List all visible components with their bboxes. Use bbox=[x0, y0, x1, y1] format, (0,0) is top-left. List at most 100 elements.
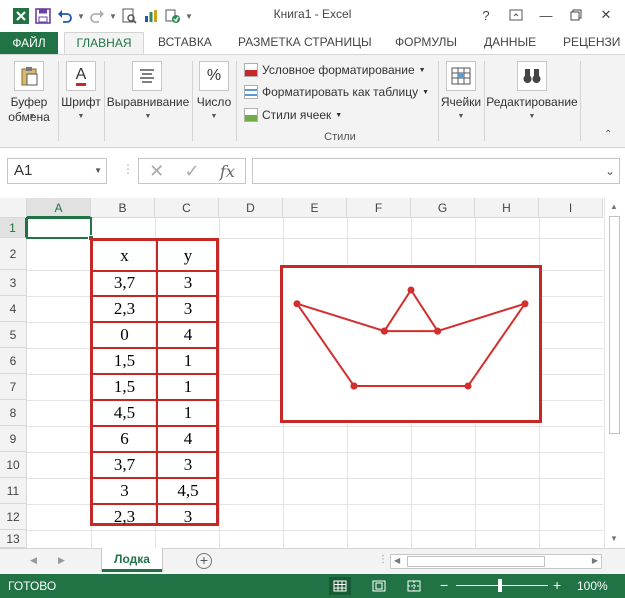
restore-icon[interactable] bbox=[561, 4, 591, 26]
row-header-8[interactable]: 8 bbox=[0, 400, 27, 426]
cell-styles-button[interactable]: Стили ячеек ▼ bbox=[244, 105, 342, 125]
row-header-7[interactable]: 7 bbox=[0, 374, 27, 400]
row-header-4[interactable]: 4 bbox=[0, 296, 27, 322]
page-layout-view-icon[interactable] bbox=[368, 577, 390, 595]
formula-input[interactable]: ⌄ bbox=[252, 158, 620, 184]
name-box[interactable]: A1 ▼ bbox=[7, 158, 107, 184]
vertical-scroll-thumb[interactable] bbox=[609, 216, 620, 434]
table-cell-y[interactable]: 4,5 bbox=[158, 479, 218, 503]
table-cell-y[interactable]: 1 bbox=[158, 375, 218, 399]
table-cell-y[interactable]: 3 bbox=[158, 271, 218, 295]
table-cell-y[interactable]: 4 bbox=[158, 427, 218, 451]
table-cell-y[interactable]: 4 bbox=[158, 323, 218, 347]
column-header-h[interactable]: H bbox=[475, 198, 539, 218]
table-cell-x[interactable]: 3,7 bbox=[93, 453, 156, 477]
format-as-table-button[interactable]: Форматировать как таблицу ▼ bbox=[244, 82, 429, 102]
row-header-5[interactable]: 5 bbox=[0, 322, 27, 348]
conditional-formatting-button[interactable]: Условное форматирование ▼ bbox=[244, 60, 426, 80]
next-sheet-icon[interactable]: ▶ bbox=[58, 555, 65, 566]
scroll-up-icon[interactable]: ▲ bbox=[610, 202, 618, 211]
horizontal-scrollbar[interactable]: ◀ ▶ bbox=[390, 554, 602, 569]
scroll-down-icon[interactable]: ▼ bbox=[610, 534, 618, 543]
column-header-g[interactable]: G bbox=[411, 198, 475, 218]
zoom-slider-thumb[interactable] bbox=[498, 579, 502, 592]
table-cell-x[interactable]: 3,7 bbox=[93, 271, 156, 295]
table-cell-x[interactable]: 4,5 bbox=[93, 401, 156, 425]
table-cell-x[interactable]: 2,3 bbox=[93, 505, 156, 529]
data-point[interactable] bbox=[293, 300, 301, 308]
zoom-in-button[interactable]: + bbox=[553, 577, 561, 593]
zoom-level[interactable]: 100% bbox=[577, 579, 608, 593]
minimize-button[interactable]: — bbox=[531, 4, 561, 26]
zoom-out-button[interactable]: − bbox=[440, 577, 448, 593]
number-group[interactable]: % Число ▼ bbox=[192, 55, 236, 147]
vertical-scrollbar[interactable]: ▲ ▼ bbox=[604, 198, 625, 548]
help-button[interactable]: ? bbox=[471, 4, 501, 26]
data-point[interactable] bbox=[407, 286, 415, 294]
table-cell-x[interactable]: 6 bbox=[93, 427, 156, 451]
editing-group[interactable]: Редактирование ▼ bbox=[484, 55, 580, 147]
table-cell-y[interactable]: 1 bbox=[158, 349, 218, 373]
tab-formulas[interactable]: ФОРМУЛЫ bbox=[389, 32, 463, 54]
data-point[interactable] bbox=[464, 382, 472, 390]
data-point[interactable] bbox=[350, 382, 358, 390]
table-cell-y[interactable]: 3 bbox=[158, 453, 218, 477]
scroll-left-icon[interactable]: ◀ bbox=[394, 556, 400, 565]
column-header-a[interactable]: A bbox=[27, 198, 91, 218]
column-header-e[interactable]: E bbox=[283, 198, 347, 218]
ribbon-display-icon[interactable] bbox=[501, 4, 531, 26]
tab-data[interactable]: ДАННЫЕ bbox=[478, 32, 542, 54]
table-cell-x[interactable]: 0 bbox=[93, 323, 156, 347]
row-header-12[interactable]: 12 bbox=[0, 504, 27, 530]
cells-group[interactable]: Ячейки ▼ bbox=[438, 55, 484, 147]
column-header-c[interactable]: C bbox=[155, 198, 219, 218]
row-header-6[interactable]: 6 bbox=[0, 348, 27, 374]
normal-view-icon[interactable] bbox=[329, 577, 351, 595]
tab-split-icon[interactable]: ⋮ bbox=[378, 554, 388, 565]
table-cell-x[interactable]: 1,5 bbox=[93, 349, 156, 373]
select-all-corner[interactable] bbox=[0, 198, 27, 218]
table-cell-y[interactable]: 3 bbox=[158, 297, 218, 321]
prev-sheet-icon[interactable]: ◀ bbox=[30, 555, 37, 566]
add-sheet-button[interactable]: + bbox=[196, 553, 212, 569]
tab-home[interactable]: ГЛАВНАЯ bbox=[64, 32, 144, 54]
table-cell-y[interactable]: 1 bbox=[158, 401, 218, 425]
table-cell-y[interactable]: 3 bbox=[158, 505, 218, 529]
scatter-chart[interactable] bbox=[280, 265, 542, 423]
scroll-right-icon[interactable]: ▶ bbox=[592, 556, 598, 565]
data-point[interactable] bbox=[380, 327, 388, 335]
sheet-tab-lodka[interactable]: Лодка bbox=[102, 548, 162, 572]
active-cell-a1[interactable] bbox=[26, 217, 94, 241]
row-header-10[interactable]: 10 bbox=[0, 452, 27, 478]
close-button[interactable]: ✕ bbox=[591, 4, 621, 26]
series-line[interactable] bbox=[294, 288, 528, 387]
row-header-3[interactable]: 3 bbox=[0, 270, 27, 296]
zoom-slider-track[interactable] bbox=[456, 585, 548, 586]
chevron-down-icon[interactable]: ▼ bbox=[94, 159, 102, 183]
table-cell-x[interactable]: 1,5 bbox=[93, 375, 156, 399]
expand-formula-icon[interactable]: ⌄ bbox=[605, 164, 615, 178]
tab-insert[interactable]: ВСТАВКА bbox=[152, 32, 218, 54]
clipboard-group[interactable]: Буфер обмена ▼ bbox=[0, 55, 58, 147]
column-header-d[interactable]: D bbox=[219, 198, 283, 218]
row-header-13[interactable]: 13 bbox=[0, 530, 27, 548]
row-header-2[interactable]: 2 bbox=[0, 238, 27, 270]
font-group[interactable]: A Шрифт ▼ bbox=[58, 55, 104, 147]
row-header-9[interactable]: 9 bbox=[0, 426, 27, 452]
column-header-f[interactable]: F bbox=[347, 198, 411, 218]
enter-icon[interactable]: ✓ bbox=[185, 161, 200, 182]
column-header-i[interactable]: I bbox=[539, 198, 603, 218]
horizontal-scroll-thumb[interactable] bbox=[407, 556, 545, 567]
table-header-y[interactable]: y bbox=[158, 241, 218, 271]
table-header-x[interactable]: x bbox=[93, 241, 156, 271]
page-break-view-icon[interactable] bbox=[403, 577, 425, 595]
insert-function-button[interactable]: fx bbox=[220, 162, 235, 181]
cancel-icon[interactable]: ✕ bbox=[149, 161, 164, 182]
row-header-1[interactable]: 1 bbox=[0, 218, 27, 238]
collapse-ribbon-icon[interactable]: ⌃ bbox=[604, 129, 612, 140]
table-cell-x[interactable]: 3 bbox=[93, 479, 156, 503]
data-point[interactable] bbox=[521, 300, 529, 308]
table-cell-x[interactable]: 2,3 bbox=[93, 297, 156, 321]
row-header-11[interactable]: 11 bbox=[0, 478, 27, 504]
alignment-group[interactable]: Выравнивание ▼ bbox=[104, 55, 192, 147]
